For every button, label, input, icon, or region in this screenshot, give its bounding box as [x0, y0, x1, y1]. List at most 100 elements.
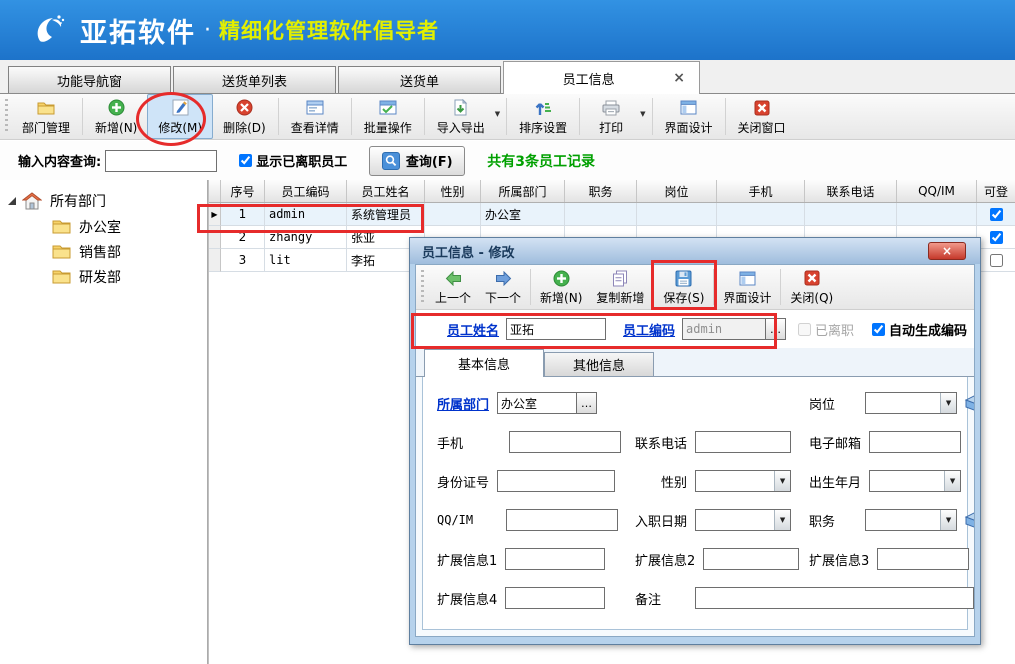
email-input[interactable] — [869, 431, 961, 453]
can-login-checkbox[interactable] — [990, 254, 1003, 267]
grid-header-gender[interactable]: 性别 — [425, 180, 481, 202]
ui-design-button[interactable]: 界面设计 — [655, 94, 723, 139]
remark-input[interactable] — [695, 587, 974, 609]
cell-dept[interactable]: 办公室 — [481, 203, 565, 226]
grid-header-post[interactable]: 岗位 — [637, 180, 717, 202]
cell-code[interactable]: zhangy — [265, 226, 347, 249]
tree-item-rnd[interactable]: 研发部 — [52, 264, 203, 289]
print-button[interactable]: 打印 — [582, 94, 640, 139]
batch-operation-button[interactable]: 批量操作 — [354, 94, 422, 139]
tree-item-office[interactable]: 办公室 — [52, 214, 203, 239]
cell-name[interactable]: 系统管理员 — [347, 203, 425, 226]
print-dropdown-arrow-icon[interactable]: ▼ — [640, 94, 645, 139]
can-login-checkbox[interactable] — [990, 231, 1003, 244]
tree-expander-icon[interactable] — [8, 197, 16, 205]
autocode-checkbox[interactable] — [872, 323, 885, 336]
tab-delivery[interactable]: 送货单 — [338, 66, 501, 93]
dropdown-arrow-icon[interactable]: ▼ — [940, 510, 956, 530]
cell-code[interactable]: lit — [265, 249, 347, 272]
tree-item-label: 研发部 — [79, 267, 121, 287]
ext3-input[interactable] — [877, 548, 969, 570]
dialog-close-toolbar-button[interactable]: 关闭(Q) — [783, 265, 840, 309]
tab-nav-window[interactable]: 功能导航窗 — [8, 66, 171, 93]
grid-header-mobile[interactable]: 手机 — [717, 180, 805, 202]
tree-item-sales[interactable]: 销售部 — [52, 239, 203, 264]
duty-field: 职务 ▼ — [809, 508, 975, 532]
birth-combo[interactable]: ▼ — [869, 470, 961, 492]
grid-header-dept[interactable]: 所属部门 — [481, 180, 565, 202]
cell-duty[interactable] — [565, 203, 637, 226]
grid-header-qq[interactable]: QQ/IM — [897, 180, 977, 202]
sort-settings-button[interactable]: 排序设置 — [509, 94, 577, 139]
dept-input[interactable] — [497, 392, 577, 414]
cell-seq[interactable]: 1 — [221, 203, 265, 226]
tab-other-info[interactable]: 其他信息 — [544, 352, 654, 376]
tab-delivery-list[interactable]: 送货单列表 — [173, 66, 336, 93]
ext4-input[interactable] — [505, 587, 605, 609]
save-button[interactable]: 保存(S) — [656, 265, 711, 309]
book-icon[interactable] — [964, 512, 975, 528]
grid-header-name[interactable]: 员工姓名 — [347, 180, 425, 202]
table-row[interactable]: ▶ 1 admin 系统管理员 办公室 — [209, 203, 1015, 226]
search-button[interactable]: 查询(F) — [369, 146, 465, 176]
cell-qq[interactable] — [897, 203, 977, 226]
birth-field: 出生年月 ▼ — [809, 469, 961, 493]
tab-basic-info[interactable]: 基本信息 — [424, 349, 544, 377]
copy-add-button[interactable]: 复制新增 — [589, 265, 651, 309]
close-window-button[interactable]: 关闭窗口 — [728, 94, 796, 139]
cell-post[interactable] — [637, 203, 717, 226]
previous-button[interactable]: 上一个 — [428, 265, 478, 309]
cell-seq[interactable]: 3 — [221, 249, 265, 272]
can-login-checkbox[interactable] — [990, 208, 1003, 221]
post-label: 岗位 — [809, 394, 835, 413]
dropdown-arrow-icon[interactable]: ▼ — [940, 393, 956, 413]
tree-root-all-departments[interactable]: 所有部门 — [8, 188, 203, 214]
grid-header-canlogin[interactable]: 可登 — [977, 180, 1015, 202]
duty-combo[interactable]: ▼ — [865, 509, 957, 531]
query-input[interactable] — [105, 150, 217, 172]
cell-seq[interactable]: 2 — [221, 226, 265, 249]
ext2-input[interactable] — [703, 548, 799, 570]
tab-employee-info[interactable]: 员工信息 × — [503, 61, 700, 94]
gender-combo[interactable]: ▼ — [695, 470, 791, 492]
code-ellipsis-button[interactable]: … — [766, 318, 786, 340]
grid-header-duty[interactable]: 职务 — [565, 180, 637, 202]
dropdown-arrow-icon[interactable]: ▼ — [774, 471, 790, 491]
modify-button[interactable]: 修改(M) — [147, 94, 213, 139]
dialog-add-button[interactable]: 新增(N) — [533, 265, 589, 309]
qq-input[interactable] — [506, 509, 618, 531]
show-resigned-checkbox-group[interactable]: 显示已离职员工 — [239, 151, 347, 170]
cell-phone[interactable] — [805, 203, 897, 226]
book-icon[interactable] — [964, 395, 975, 411]
next-button[interactable]: 下一个 — [478, 265, 528, 309]
import-export-button[interactable]: 导入导出 — [427, 94, 495, 139]
dropdown-arrow-icon[interactable]: ▼ — [944, 471, 960, 491]
phone-input[interactable] — [695, 431, 791, 453]
grid-header-code[interactable]: 员工编码 — [265, 180, 347, 202]
import-export-dropdown-arrow-icon[interactable]: ▼ — [495, 94, 500, 139]
cell-mobile[interactable] — [717, 203, 805, 226]
post-combo[interactable]: ▼ — [865, 392, 957, 414]
delete-button[interactable]: 删除(D) — [213, 94, 276, 139]
mobile-input[interactable] — [509, 431, 621, 453]
dialog-titlebar[interactable]: 员工信息 - 修改 × — [410, 238, 980, 264]
dialog-ui-design-button[interactable]: 界面设计 — [716, 265, 778, 309]
grid-header-seq[interactable]: 序号 — [221, 180, 265, 202]
grid-header-phone[interactable]: 联系电话 — [805, 180, 897, 202]
hiredate-combo[interactable]: ▼ — [695, 509, 791, 531]
show-resigned-checkbox[interactable] — [239, 154, 252, 167]
view-details-button[interactable]: 查看详情 — [281, 94, 349, 139]
cell-gender[interactable] — [425, 203, 481, 226]
dept-ellipsis-button[interactable]: … — [577, 392, 597, 414]
add-icon — [553, 268, 570, 288]
idcard-input[interactable] — [497, 470, 615, 492]
dialog-close-button[interactable]: × — [928, 242, 966, 260]
add-button[interactable]: 新增(N) — [85, 94, 147, 139]
ext1-input[interactable] — [505, 548, 605, 570]
employee-name-input[interactable] — [506, 318, 606, 340]
autocode-checkbox-group[interactable]: 自动生成编码 — [872, 320, 967, 339]
cell-code[interactable]: admin — [265, 203, 347, 226]
dept-manage-button[interactable]: 部门管理 — [12, 94, 80, 139]
tab-close-icon[interactable]: × — [673, 70, 685, 86]
dropdown-arrow-icon[interactable]: ▼ — [774, 510, 790, 530]
